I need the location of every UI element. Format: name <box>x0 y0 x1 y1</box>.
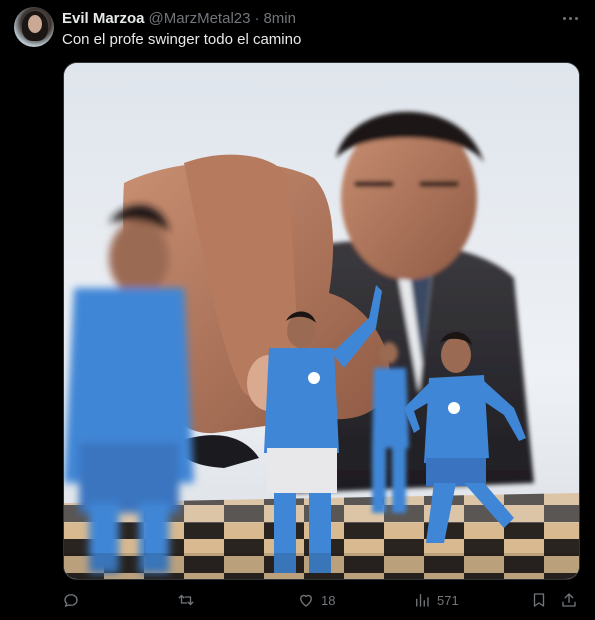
tweet[interactable]: Evil Marzoa @MarzMetal23 · 8min Con el p… <box>0 0 595 620</box>
tweet-image-illustration <box>64 63 579 579</box>
retweet-button[interactable] <box>177 588 195 612</box>
tweet-text: Con el profe swinger todo el camino <box>62 31 302 48</box>
bookmark-button[interactable] <box>530 588 548 612</box>
author-name[interactable]: Evil Marzoa <box>62 10 145 27</box>
reply-button[interactable] <box>62 588 80 612</box>
view-count: 571 <box>437 592 459 608</box>
tweet-image[interactable] <box>63 62 580 580</box>
like-count: 18 <box>321 592 336 608</box>
reply-icon <box>62 591 80 609</box>
bookmark-icon <box>530 591 548 609</box>
views-icon <box>413 591 431 609</box>
action-bar: 18 571 <box>0 588 595 612</box>
post-time[interactable]: 8min <box>263 10 296 27</box>
avatar-face <box>28 15 42 33</box>
retweet-icon <box>177 591 195 609</box>
author-handle[interactable]: @MarzMetal23 <box>149 10 251 27</box>
share-button[interactable] <box>560 588 578 612</box>
avatar[interactable] <box>14 7 54 47</box>
heart-icon <box>297 591 315 609</box>
views-button[interactable]: 571 <box>413 588 459 612</box>
like-button[interactable]: 18 <box>297 588 335 612</box>
separator-dot: · <box>254 9 260 27</box>
share-icon <box>560 591 578 609</box>
more-horizontal-icon[interactable] <box>560 9 580 27</box>
tweet-header: Evil Marzoa @MarzMetal23 · 8min <box>62 9 296 27</box>
